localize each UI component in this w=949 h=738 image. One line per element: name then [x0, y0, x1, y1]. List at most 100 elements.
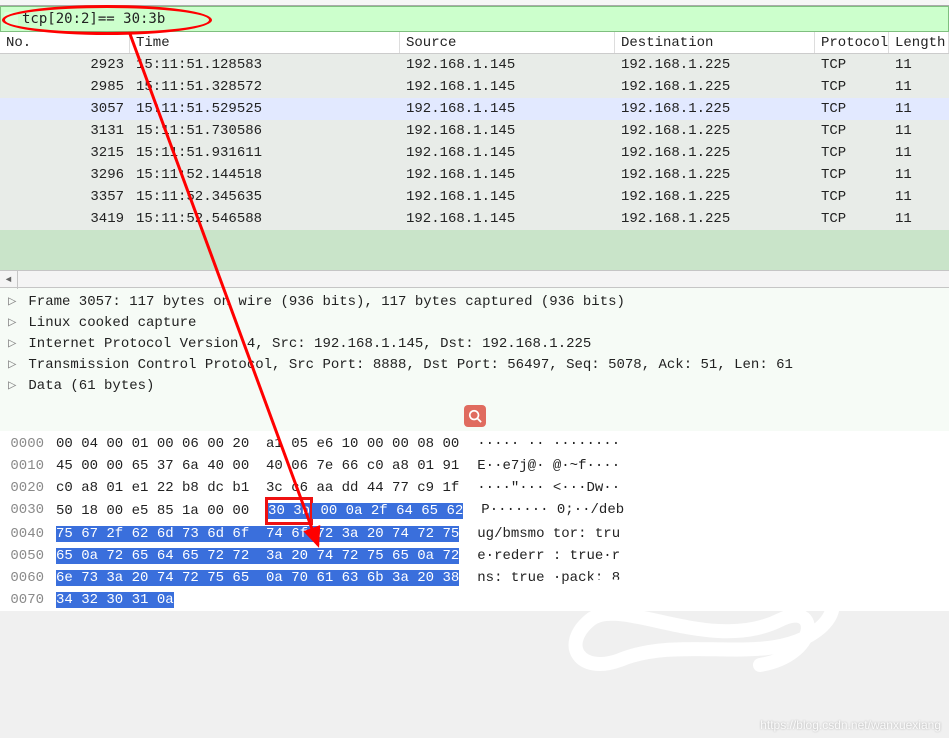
cell-len: 11 — [889, 208, 949, 230]
hex-ascii: e·rederr : true·r — [459, 545, 949, 567]
hex-ascii: ug/bmsmo tor: tru — [459, 523, 949, 545]
packet-list[interactable]: No. Time Source Destination Protocol Len… — [0, 32, 949, 270]
cell-time: 15:11:51.128583 — [130, 54, 400, 76]
cell-src: 192.168.1.145 — [400, 54, 615, 76]
col-len[interactable]: Length — [889, 32, 949, 53]
cell-no: 3131 — [0, 120, 130, 142]
hex-ascii — [174, 589, 949, 611]
cell-src: 192.168.1.145 — [400, 120, 615, 142]
packet-row[interactable]: 313115:11:51.730586192.168.1.145192.168.… — [0, 120, 949, 142]
hex-ascii: ····"··· <···Dw·· — [459, 477, 949, 499]
cell-time: 15:11:52.546588 — [130, 208, 400, 230]
hex-bytes: 34 32 30 31 0a — [56, 589, 174, 611]
cell-src: 192.168.1.145 — [400, 98, 615, 120]
col-proto[interactable]: Protocol — [815, 32, 889, 53]
expand-icon[interactable]: ▷ — [8, 313, 20, 334]
scroll-left-icon[interactable]: ◂ — [0, 271, 18, 289]
cell-time: 15:11:51.328572 — [130, 76, 400, 98]
filter-input[interactable]: tcp[20:2]== 30:3b — [22, 11, 945, 27]
cell-dst: 192.168.1.225 — [615, 98, 815, 120]
search-icon[interactable] — [464, 405, 486, 427]
hex-bytes: 75 67 2f 62 6d 73 6d 6f 74 6f 72 3a 20 7… — [56, 523, 459, 545]
bookmark-icon[interactable] — [4, 12, 18, 26]
hex-line[interactable]: 001045 00 00 65 37 6a 40 00 40 06 7e 66 … — [0, 455, 949, 477]
packet-details[interactable]: ▷ Frame 3057: 117 bytes on wire (936 bit… — [0, 288, 949, 401]
col-no[interactable]: No. — [0, 32, 130, 53]
detail-line[interactable]: ▷ Internet Protocol Version 4, Src: 192.… — [0, 334, 949, 355]
cell-len: 11 — [889, 164, 949, 186]
cell-proto: TCP — [815, 164, 889, 186]
hex-line[interactable]: 004075 67 2f 62 6d 73 6d 6f 74 6f 72 3a … — [0, 523, 949, 545]
cell-len: 11 — [889, 186, 949, 208]
hex-offset: 0040 — [0, 523, 56, 545]
hex-offset: 0070 — [0, 589, 56, 611]
hex-ascii: ns: true ·pack: 8 — [459, 567, 949, 589]
cell-proto: TCP — [815, 142, 889, 164]
cell-dst: 192.168.1.225 — [615, 76, 815, 98]
cell-proto: TCP — [815, 186, 889, 208]
cell-time: 15:11:51.730586 — [130, 120, 400, 142]
cell-no: 2923 — [0, 54, 130, 76]
cell-dst: 192.168.1.225 — [615, 208, 815, 230]
cell-no: 3296 — [0, 164, 130, 186]
cell-len: 11 — [889, 98, 949, 120]
hex-offset: 0000 — [0, 433, 56, 455]
packet-row[interactable]: 305715:11:51.529525192.168.1.145192.168.… — [0, 98, 949, 120]
hex-bytes: 65 0a 72 65 64 65 72 72 3a 20 74 72 75 6… — [56, 545, 459, 567]
packet-list-header: No. Time Source Destination Protocol Len… — [0, 32, 949, 54]
hex-offset: 0030 — [0, 499, 56, 523]
packet-row[interactable]: 341915:11:52.546588192.168.1.145192.168.… — [0, 208, 949, 230]
cell-time: 15:11:52.345635 — [130, 186, 400, 208]
hex-line[interactable]: 005065 0a 72 65 64 65 72 72 3a 20 74 72 … — [0, 545, 949, 567]
cell-proto: TCP — [815, 54, 889, 76]
cell-dst: 192.168.1.225 — [615, 186, 815, 208]
cell-len: 11 — [889, 76, 949, 98]
cell-dst: 192.168.1.225 — [615, 142, 815, 164]
col-src[interactable]: Source — [400, 32, 615, 53]
cell-dst: 192.168.1.225 — [615, 164, 815, 186]
hex-bytes: 00 04 00 01 00 06 00 20 a1 05 e6 10 00 0… — [56, 433, 459, 455]
hscroll[interactable]: ◂ — [0, 270, 949, 288]
cell-proto: TCP — [815, 208, 889, 230]
detail-line[interactable]: ▷ Frame 3057: 117 bytes on wire (936 bit… — [0, 292, 949, 313]
expand-icon[interactable]: ▷ — [8, 355, 20, 376]
cell-no: 3057 — [0, 98, 130, 120]
hex-ascii: ····· ·· ········ — [459, 433, 949, 455]
packet-row[interactable]: 292315:11:51.128583192.168.1.145192.168.… — [0, 54, 949, 76]
cell-src: 192.168.1.145 — [400, 142, 615, 164]
cell-no: 3357 — [0, 186, 130, 208]
expand-icon[interactable]: ▷ — [8, 334, 20, 355]
packet-row[interactable]: 298515:11:51.328572192.168.1.145192.168.… — [0, 76, 949, 98]
hex-offset: 0020 — [0, 477, 56, 499]
cell-no: 2985 — [0, 76, 130, 98]
detail-line[interactable]: ▷ Data (61 bytes) — [0, 376, 949, 397]
hex-offset: 0060 — [0, 567, 56, 589]
expand-icon[interactable]: ▷ — [8, 376, 20, 397]
packet-row[interactable]: 335715:11:52.345635192.168.1.145192.168.… — [0, 186, 949, 208]
hex-offset: 0010 — [0, 455, 56, 477]
hex-bytes: 50 18 00 e5 85 1a 00 00 30 3b 00 0a 2f 6… — [56, 499, 463, 523]
cell-proto: TCP — [815, 76, 889, 98]
hex-view[interactable]: 000000 04 00 01 00 06 00 20 a1 05 e6 10 … — [0, 431, 949, 611]
cell-src: 192.168.1.145 — [400, 164, 615, 186]
hex-line[interactable]: 00606e 73 3a 20 74 72 75 65 0a 70 61 63 … — [0, 567, 949, 589]
cell-src: 192.168.1.145 — [400, 76, 615, 98]
cell-dst: 192.168.1.225 — [615, 120, 815, 142]
hex-line[interactable]: 003050 18 00 e5 85 1a 00 00 30 3b 00 0a … — [0, 499, 949, 523]
cell-time: 15:11:52.144518 — [130, 164, 400, 186]
hex-line[interactable]: 000000 04 00 01 00 06 00 20 a1 05 e6 10 … — [0, 433, 949, 455]
detail-line[interactable]: ▷ Linux cooked capture — [0, 313, 949, 334]
col-time[interactable]: Time — [130, 32, 400, 53]
cell-no: 3419 — [0, 208, 130, 230]
col-dst[interactable]: Destination — [615, 32, 815, 53]
hex-line[interactable]: 0020c0 a8 01 e1 22 b8 dc b1 3c c6 aa dd … — [0, 477, 949, 499]
expand-icon[interactable]: ▷ — [8, 292, 20, 313]
hex-bytes: 6e 73 3a 20 74 72 75 65 0a 70 61 63 6b 3… — [56, 567, 459, 589]
packet-row[interactable]: 321515:11:51.931611192.168.1.145192.168.… — [0, 142, 949, 164]
detail-line[interactable]: ▷ Transmission Control Protocol, Src Por… — [0, 355, 949, 376]
packet-row[interactable]: 329615:11:52.144518192.168.1.145192.168.… — [0, 164, 949, 186]
cell-time: 15:11:51.529525 — [130, 98, 400, 120]
cell-len: 11 — [889, 142, 949, 164]
watermark: https://blog.csdn.net/wanxuexiang — [760, 718, 941, 732]
hex-line[interactable]: 007034 32 30 31 0a — [0, 589, 949, 611]
